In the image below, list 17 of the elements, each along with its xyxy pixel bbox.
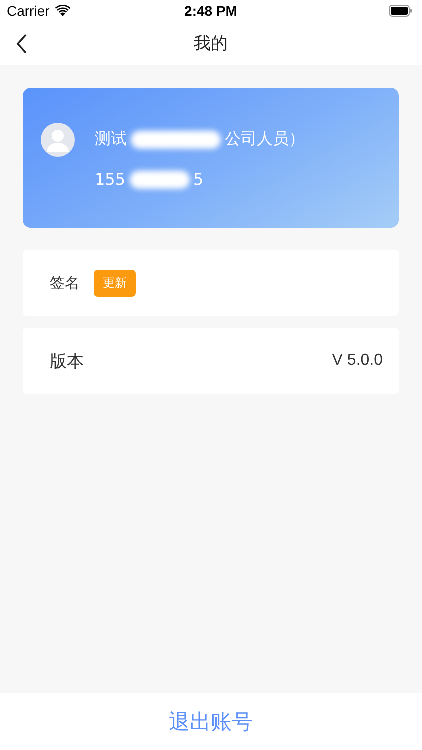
version-value: V 5.0.0 — [332, 352, 383, 370]
settings-row[interactable]: 签名 更新 — [23, 250, 399, 316]
carrier-name: Carrier — [7, 3, 50, 19]
battery-icon — [389, 5, 413, 17]
page-title: 我的 — [194, 33, 228, 55]
wifi-icon — [54, 5, 71, 17]
phone-number: 5 — [194, 170, 204, 189]
user-name: 公司人员） — [225, 129, 305, 150]
row-label: 版本 — [50, 350, 84, 372]
status-time: 2:48 PM — [184, 3, 238, 19]
phone-number: 155 — [95, 170, 126, 189]
avatar-icon — [41, 123, 75, 157]
row-label: 签名 — [50, 274, 80, 292]
settings-row[interactable]: 版本 V 5.0.0 — [23, 328, 399, 394]
redaction-blur — [130, 170, 190, 188]
user-name: 测试 — [95, 129, 127, 150]
back-icon[interactable] — [16, 34, 28, 54]
